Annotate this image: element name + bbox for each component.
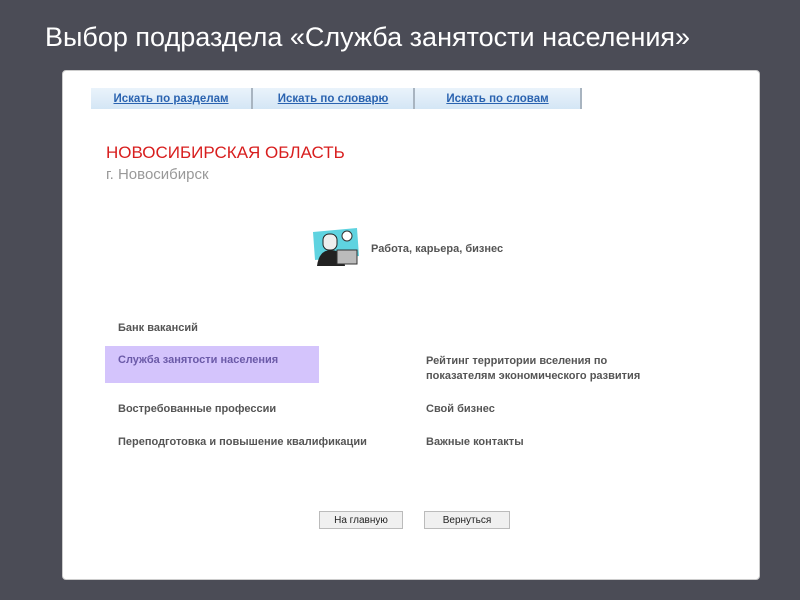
businessman-laptop-icon [311, 226, 363, 271]
link-important-contacts[interactable]: Важные контакты [426, 436, 524, 448]
region-title: НОВОСИБИРСКАЯ ОБЛАСТЬ [106, 143, 345, 162]
link-own-business[interactable]: Свой бизнес [426, 403, 495, 415]
web-page-panel: Искать по разделам Искать по словарю Иск… [62, 70, 760, 580]
home-button[interactable]: На главную [319, 511, 403, 529]
link-retraining[interactable]: Переподготовка и повышение квалификации [118, 436, 367, 448]
tab-search-sections[interactable]: Искать по разделам [91, 88, 253, 109]
slide-title: Выбор подраздела «Служба занятости насел… [45, 22, 691, 52]
link-job-bank[interactable]: Банк вакансий [118, 322, 198, 334]
back-button[interactable]: Вернуться [424, 511, 510, 529]
link-employment-service[interactable]: Служба занятости населения [118, 354, 278, 366]
link-territory-rating[interactable]: Рейтинг территории вселения по показателя… [426, 354, 640, 384]
category-label: Работа, карьера, бизнес [371, 242, 504, 255]
search-tabs: Искать по разделам Искать по словарю Иск… [91, 88, 582, 109]
rating-line-1: Рейтинг территории вселения по [426, 355, 608, 367]
rating-line-2: показателям экономического развития [426, 370, 641, 382]
tab-search-words[interactable]: Искать по словам [415, 88, 582, 109]
tab-search-dictionary[interactable]: Искать по словарю [253, 88, 415, 109]
category-header: Работа, карьера, бизнес [311, 226, 503, 271]
link-demanded-professions[interactable]: Востребованные профессии [118, 403, 276, 415]
city-subtitle: г. Новосибирск [106, 166, 209, 183]
